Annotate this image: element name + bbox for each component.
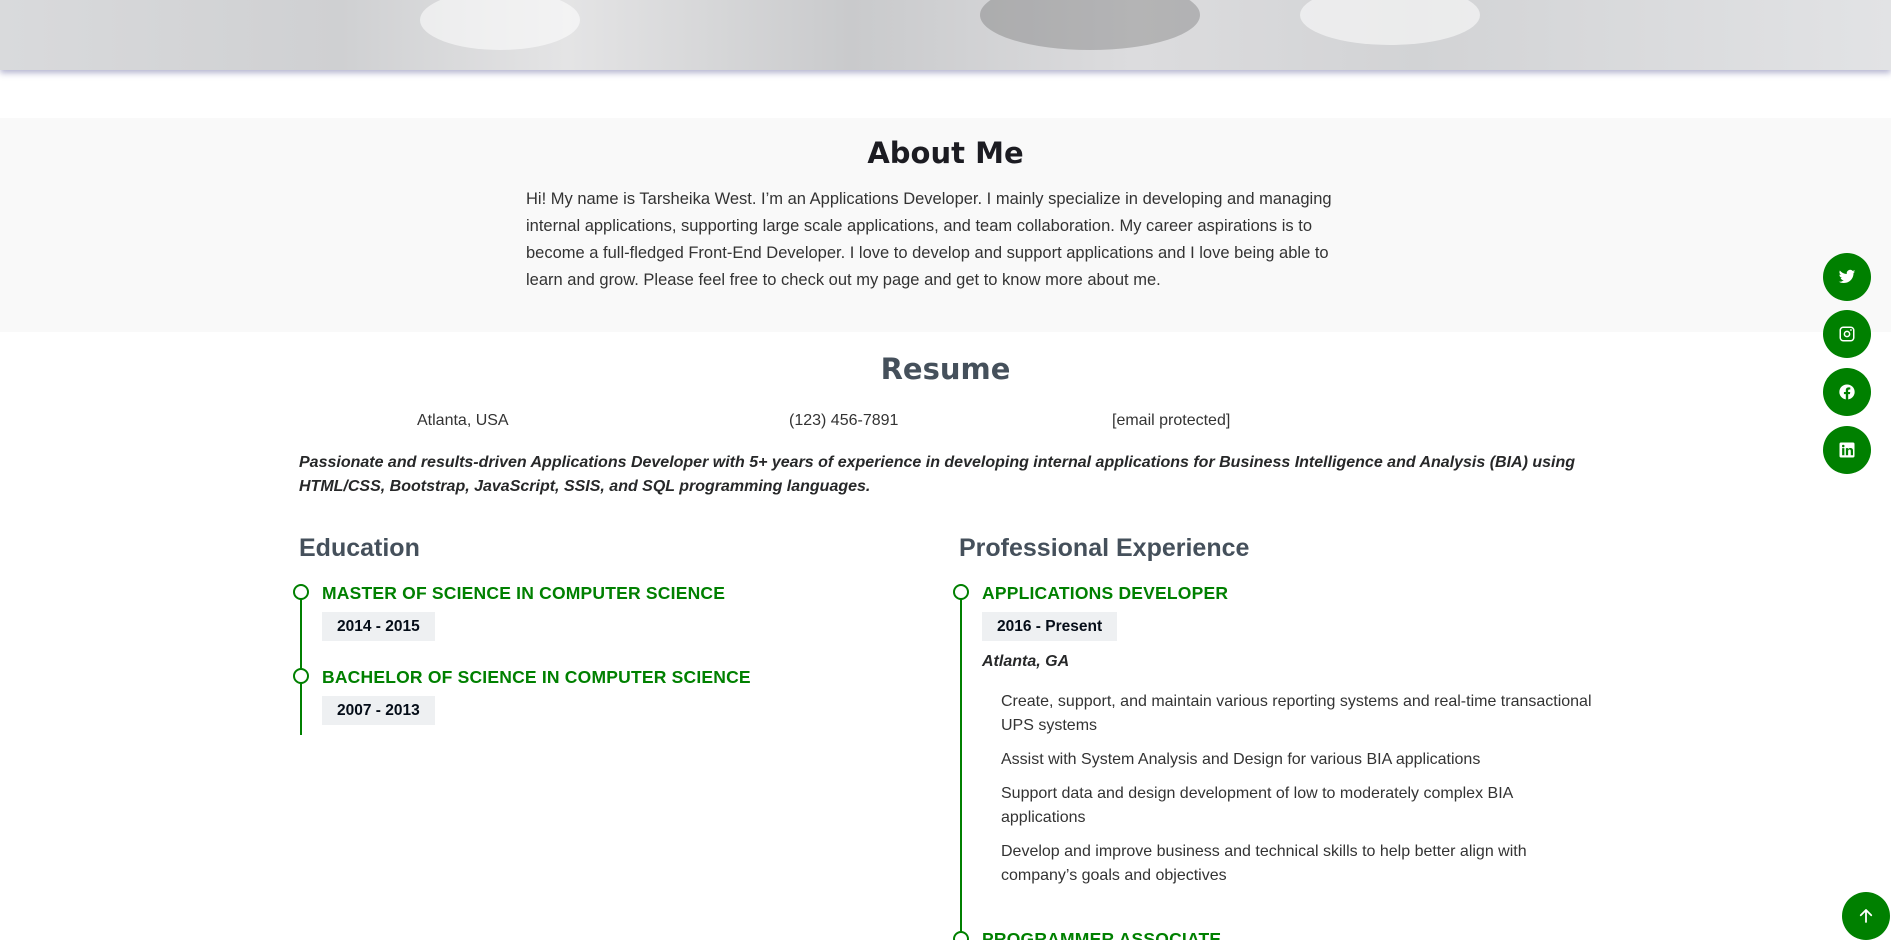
duty-item: Develop and improve business and technic… xyxy=(1001,843,1527,884)
timeline-dot xyxy=(293,584,309,600)
twitter-icon xyxy=(1838,269,1856,284)
arrow-up-icon xyxy=(1859,909,1873,923)
linkedin-button[interactable] xyxy=(1823,426,1871,474)
education-title: Education xyxy=(299,534,420,562)
experience-item-location: Atlanta, GA xyxy=(982,653,1070,670)
contact-email[interactable]: [email protected] xyxy=(1112,412,1230,430)
facebook-button[interactable] xyxy=(1823,368,1871,416)
instagram-icon xyxy=(1839,326,1855,342)
timeline-dot xyxy=(293,668,309,684)
experience-item-dates: 2016 - Present xyxy=(982,612,1118,641)
about-section: About Me Hi! My name is Tarsheika West. … xyxy=(0,118,1891,332)
timeline-dot xyxy=(953,931,969,940)
experience-item-title: PROGRAMMER ASSOCIATE xyxy=(982,929,1222,940)
hero-image xyxy=(0,0,1891,70)
experience-title: Professional Experience xyxy=(959,534,1250,562)
education-item-title: BACHELOR OF SCIENCE IN COMPUTER SCIENCE xyxy=(322,667,751,687)
education-item-title: MASTER OF SCIENCE IN COMPUTER SCIENCE xyxy=(322,583,726,603)
back-to-top-button[interactable] xyxy=(1842,892,1890,940)
resume-summary: Passionate and results-driven Applicatio… xyxy=(299,454,1576,495)
duty-item: Assist with System Analysis and Design f… xyxy=(1001,751,1481,768)
timeline-dot xyxy=(953,584,969,600)
education-item-dates: 2007 - 2013 xyxy=(322,696,435,725)
contact-phone: (123) 456-7891 xyxy=(789,412,899,429)
duty-item: Support data and design development of l… xyxy=(1001,785,1513,826)
education-item-dates: 2014 - 2015 xyxy=(322,612,435,641)
duty-item: Create, support, and maintain various re… xyxy=(1001,693,1592,734)
twitter-button[interactable] xyxy=(1823,253,1871,301)
facebook-icon xyxy=(1839,384,1855,400)
education-timeline xyxy=(300,593,302,735)
contact-location: Atlanta, USA xyxy=(417,412,509,429)
about-text: Hi! My name is Tarsheika West. I’m an Ap… xyxy=(526,190,1332,289)
linkedin-icon xyxy=(1839,442,1855,458)
experience-timeline xyxy=(960,593,962,940)
experience-item-title: APPLICATIONS DEVELOPER xyxy=(982,583,1229,603)
resume-title: Resume xyxy=(880,352,1011,386)
instagram-button[interactable] xyxy=(1823,310,1871,358)
about-title: About Me xyxy=(867,136,1024,170)
